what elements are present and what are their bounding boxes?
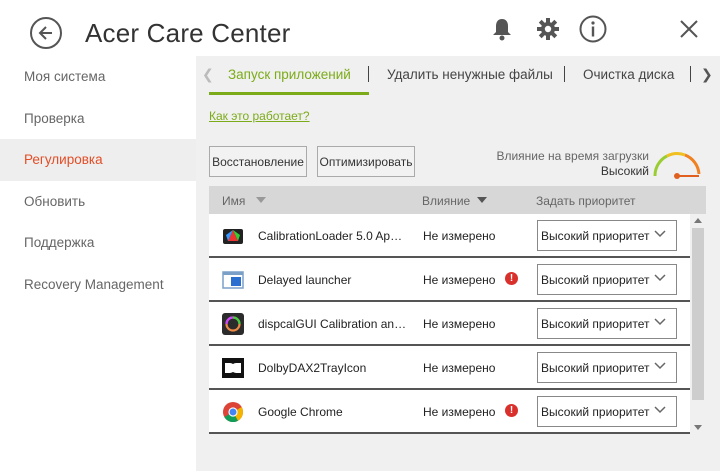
boot-impact-summary: Влияние на время загрузки Высокий (496, 149, 649, 179)
priority-select[interactable]: Высокий приоритет (537, 220, 677, 251)
header-name[interactable]: Имя (222, 194, 245, 208)
tab-separator (690, 66, 691, 82)
table-scrollbar[interactable] (690, 214, 706, 434)
chevron-down-icon (654, 230, 666, 238)
impact-value: Не измерено (423, 405, 496, 419)
impact-value: Не измерено (423, 229, 496, 243)
priority-value: Высокий приоритет (541, 361, 650, 375)
impact-value: Не измерено (423, 317, 496, 331)
table-row: Google Chrome Не измерено ! Высокий прио… (209, 390, 690, 434)
optimize-button[interactable]: Оптимизировать (317, 146, 415, 177)
impact-value: Не измерено (423, 273, 496, 287)
dolby-icon (222, 358, 244, 378)
table-header: Имя Влияние Задать приоритет (209, 186, 706, 214)
sort-impact-icon[interactable] (477, 197, 487, 203)
settings-button[interactable] (533, 14, 563, 44)
gear-icon (537, 18, 559, 40)
main-panel: ❮ Запуск приложений Удалить ненужные фай… (196, 56, 720, 471)
bell-icon (493, 19, 511, 41)
header-priority: Задать приоритет (536, 194, 636, 208)
scroll-down-icon[interactable] (694, 425, 702, 430)
sidebar-item-recovery[interactable]: Recovery Management (0, 264, 196, 306)
warning-icon: ! (505, 404, 518, 417)
app-name: Google Chrome (258, 405, 343, 419)
sidebar-item-my-system[interactable]: Моя система (0, 56, 196, 98)
header-impact[interactable]: Влияние (422, 194, 470, 208)
impact-value: Не измерено (423, 361, 496, 375)
app-name: DolbyDAX2TrayIcon (258, 361, 367, 375)
notifications-button[interactable] (487, 14, 517, 44)
scroll-thumb[interactable] (692, 228, 704, 400)
boot-impact-value: Высокий (600, 164, 649, 178)
back-arrow-icon (38, 26, 52, 40)
sidebar: Моя система Проверка Регулировка Обновит… (0, 56, 196, 471)
info-button[interactable] (578, 14, 608, 44)
boot-impact-gauge-icon (653, 152, 701, 179)
chrome-icon (223, 402, 244, 423)
calibration-icon (223, 229, 243, 244)
tab-scroll-right-icon[interactable]: ❯ (701, 66, 713, 83)
table-row: dispcalGUI Calibration and Loader Не изм… (209, 302, 690, 346)
tab-disk-cleanup[interactable]: Очистка диска (583, 67, 674, 82)
chevron-down-icon (654, 362, 666, 370)
window-icon (222, 271, 244, 289)
title-bar: Acer Care Center (0, 0, 720, 56)
sidebar-item-support[interactable]: Поддержка (0, 222, 196, 264)
tab-separator (368, 66, 369, 82)
close-icon (680, 20, 698, 38)
priority-select[interactable]: Высокий приоритет (537, 308, 677, 339)
app-name: CalibrationLoader 5.0 Application (258, 229, 408, 243)
table-body: CalibrationLoader 5.0 Application Не изм… (209, 214, 690, 434)
info-icon (579, 15, 607, 43)
tab-startup-apps[interactable]: Запуск приложений (228, 67, 351, 82)
back-button[interactable] (30, 17, 62, 49)
priority-select[interactable]: Высокий приоритет (537, 264, 677, 295)
table-row: CalibrationLoader 5.0 Application Не изм… (209, 214, 690, 258)
priority-value: Высокий приоритет (541, 273, 650, 287)
tab-separator (564, 66, 565, 82)
tab-bar: ❮ Запуск приложений Удалить ненужные фай… (196, 56, 720, 96)
chevron-down-icon (654, 318, 666, 326)
priority-select[interactable]: Высокий приоритет (537, 396, 677, 427)
priority-value: Высокий приоритет (541, 317, 650, 331)
how-it-works-link[interactable]: Как это работает? (209, 109, 310, 123)
tab-remove-junk[interactable]: Удалить ненужные файлы (387, 67, 553, 82)
close-button[interactable] (674, 14, 704, 44)
priority-select[interactable]: Высокий приоритет (537, 352, 677, 383)
table-row: Delayed launcher Не измерено ! Высокий п… (209, 258, 690, 302)
warning-icon: ! (505, 272, 518, 285)
startup-apps-table: Имя Влияние Задать приоритет Calibration… (209, 186, 706, 434)
chevron-down-icon (654, 274, 666, 282)
app-title: Acer Care Center (85, 18, 291, 48)
app-name: Delayed launcher (258, 273, 352, 287)
restore-button[interactable]: Восстановление (209, 146, 307, 177)
sidebar-item-tuneup[interactable]: Регулировка (0, 139, 196, 181)
sidebar-item-update[interactable]: Обновить (0, 181, 196, 223)
active-tab-indicator (209, 92, 369, 95)
boot-impact-label: Влияние на время загрузки (496, 149, 649, 163)
scroll-up-icon[interactable] (694, 218, 702, 223)
chevron-down-icon (654, 406, 666, 414)
sidebar-item-check[interactable]: Проверка (0, 98, 196, 140)
priority-value: Высокий приоритет (541, 229, 650, 243)
tab-scroll-left-icon[interactable]: ❮ (202, 66, 214, 83)
dispcal-icon (222, 313, 244, 335)
table-row: DolbyDAX2TrayIcon Не измерено Высокий пр… (209, 346, 690, 390)
app-name: dispcalGUI Calibration and Loader (258, 317, 408, 331)
sort-name-icon[interactable] (256, 197, 266, 203)
priority-value: Высокий приоритет (541, 405, 650, 419)
